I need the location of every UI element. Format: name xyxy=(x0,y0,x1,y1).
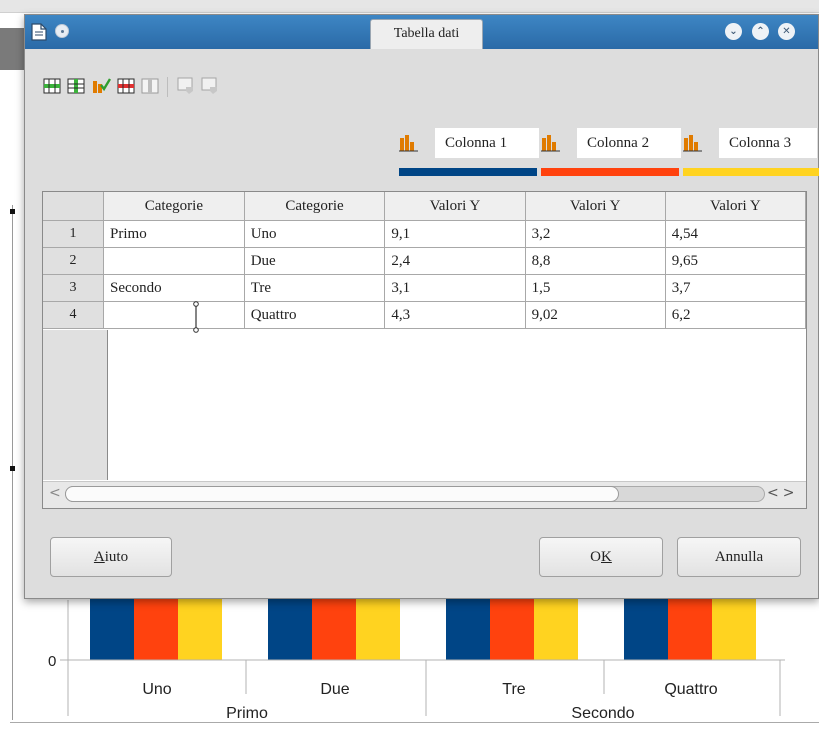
background-bar xyxy=(534,590,578,660)
selection-handle[interactable] xyxy=(10,466,15,471)
background-bar xyxy=(134,590,178,660)
insert-column-icon[interactable] xyxy=(67,77,85,95)
minimize-icon[interactable]: ⌄ xyxy=(725,23,742,40)
ok-button[interactable]: OK xyxy=(539,537,663,577)
delete-row-icon[interactable] xyxy=(117,77,135,95)
background-ruler xyxy=(0,0,819,13)
table-cell[interactable]: 3,1 xyxy=(384,274,526,302)
table-row: 1 Primo Uno 9,1 3,2 4,54 xyxy=(43,220,806,248)
data-table-dialog: Tabella dati ⌄ ⌃ ✕ Colonna 1 Colonna 2 C… xyxy=(24,14,819,599)
series-chart-icon[interactable] xyxy=(541,134,561,152)
delete-column-icon xyxy=(141,78,159,94)
column-header[interactable]: Valori Y xyxy=(525,192,666,221)
column-header[interactable]: Categorie xyxy=(103,192,245,221)
help-button[interactable]: Aiuto xyxy=(50,537,172,577)
insert-text-column-icon[interactable] xyxy=(91,77,111,95)
background-bar xyxy=(178,590,222,660)
data-table: Categorie Categorie Valori Y Valori Y Va… xyxy=(43,192,806,329)
table-cell[interactable]: Due xyxy=(244,247,386,275)
group-label: Primo xyxy=(226,705,268,722)
table-row: 2 Due 2,4 8,8 9,65 xyxy=(43,247,806,275)
table-cell[interactable]: Uno xyxy=(244,220,386,248)
table-cell[interactable]: 4,3 xyxy=(384,301,526,329)
move-column-right-icon xyxy=(201,77,217,94)
close-icon[interactable]: ✕ xyxy=(778,23,795,40)
window-menu-icon[interactable] xyxy=(55,24,69,38)
series-name-field[interactable]: Colonna 1 xyxy=(435,128,539,158)
background-bar xyxy=(90,590,134,660)
background-bar xyxy=(490,590,534,660)
column-header[interactable]: Valori Y xyxy=(665,192,806,221)
text-cursor-icon xyxy=(193,301,199,333)
series-header: Colonna 3 xyxy=(683,128,819,176)
table-cell[interactable]: Secondo xyxy=(103,274,245,302)
table-cell[interactable]: Primo xyxy=(103,220,245,248)
maximize-icon[interactable]: ⌃ xyxy=(752,23,769,40)
column-header[interactable]: Categorie xyxy=(244,192,386,221)
table-cell[interactable]: 3,2 xyxy=(525,220,666,248)
dialog-title: Tabella dati xyxy=(370,19,483,49)
table-cell[interactable] xyxy=(103,301,245,329)
series-chart-icon[interactable] xyxy=(399,134,419,152)
cancel-button[interactable]: Annulla xyxy=(677,537,801,577)
series-color-bar xyxy=(399,168,537,176)
move-row-down-icon xyxy=(177,77,193,94)
table-row: 3 Secondo Tre 3,1 1,5 3,7 xyxy=(43,274,806,302)
group-label: Secondo xyxy=(571,705,634,722)
background-bar xyxy=(668,590,712,660)
category-label: Quattro xyxy=(664,681,717,698)
table-cell[interactable]: 2,4 xyxy=(384,247,526,275)
series-header: Colonna 2 xyxy=(541,128,691,176)
background-panel-edge xyxy=(0,28,24,70)
table-corner[interactable] xyxy=(43,192,105,221)
table-cell[interactable]: 4,54 xyxy=(665,220,806,248)
row-number[interactable]: 3 xyxy=(43,274,105,302)
table-cell[interactable]: 8,8 xyxy=(525,247,666,275)
column-header[interactable]: Valori Y xyxy=(384,192,526,221)
table-cell[interactable]: 9,1 xyxy=(384,220,526,248)
row-number[interactable]: 2 xyxy=(43,247,105,275)
background-bar xyxy=(712,590,756,660)
scroll-left-icon[interactable]: < xyxy=(49,485,61,501)
document-icon[interactable] xyxy=(31,23,47,41)
row-number[interactable]: 4 xyxy=(43,301,105,329)
insert-row-icon[interactable] xyxy=(43,77,61,95)
background-bar xyxy=(268,590,312,660)
background-bar xyxy=(356,590,400,660)
series-color-bar xyxy=(683,168,819,176)
table-cell[interactable]: 3,7 xyxy=(665,274,806,302)
series-header: Colonna 1 xyxy=(399,128,549,176)
series-color-bar xyxy=(541,168,679,176)
series-chart-icon[interactable] xyxy=(683,134,703,152)
row-number[interactable]: 1 xyxy=(43,220,105,248)
category-label: Uno xyxy=(142,681,171,698)
data-grid[interactable]: Categorie Categorie Valori Y Valori Y Va… xyxy=(42,191,807,509)
table-cell[interactable] xyxy=(103,247,245,275)
table-cell[interactable]: 9,02 xyxy=(525,301,666,329)
row-header-gutter xyxy=(43,330,108,480)
toolbar-separator xyxy=(167,77,168,97)
horizontal-scrollbar[interactable]: < <> xyxy=(43,481,806,508)
y-axis-tick-label: 0 xyxy=(48,653,56,670)
scroll-arrows-icon[interactable]: <> xyxy=(767,485,798,501)
table-cell[interactable]: 1,5 xyxy=(525,274,666,302)
table-cell[interactable]: Tre xyxy=(244,274,386,302)
table-cell[interactable]: Quattro xyxy=(244,301,386,329)
scrollbar-thumb[interactable] xyxy=(65,486,619,502)
background-chart: 0 Uno Due Tre Quattro Primo Secondo xyxy=(48,590,785,722)
background-bar xyxy=(312,590,356,660)
background-bar xyxy=(624,590,668,660)
category-label: Tre xyxy=(502,681,526,698)
table-row: 4 Quattro 4,3 9,02 6,2 xyxy=(43,301,806,329)
table-cell[interactable]: 6,2 xyxy=(665,301,806,329)
series-name-field[interactable]: Colonna 3 xyxy=(719,128,817,158)
background-bar xyxy=(446,590,490,660)
category-label: Due xyxy=(320,681,349,698)
title-bar[interactable]: Tabella dati ⌄ ⌃ ✕ xyxy=(25,15,818,49)
selection-handle[interactable] xyxy=(10,209,15,214)
series-name-field[interactable]: Colonna 2 xyxy=(577,128,681,158)
table-cell[interactable]: 9,65 xyxy=(665,247,806,275)
